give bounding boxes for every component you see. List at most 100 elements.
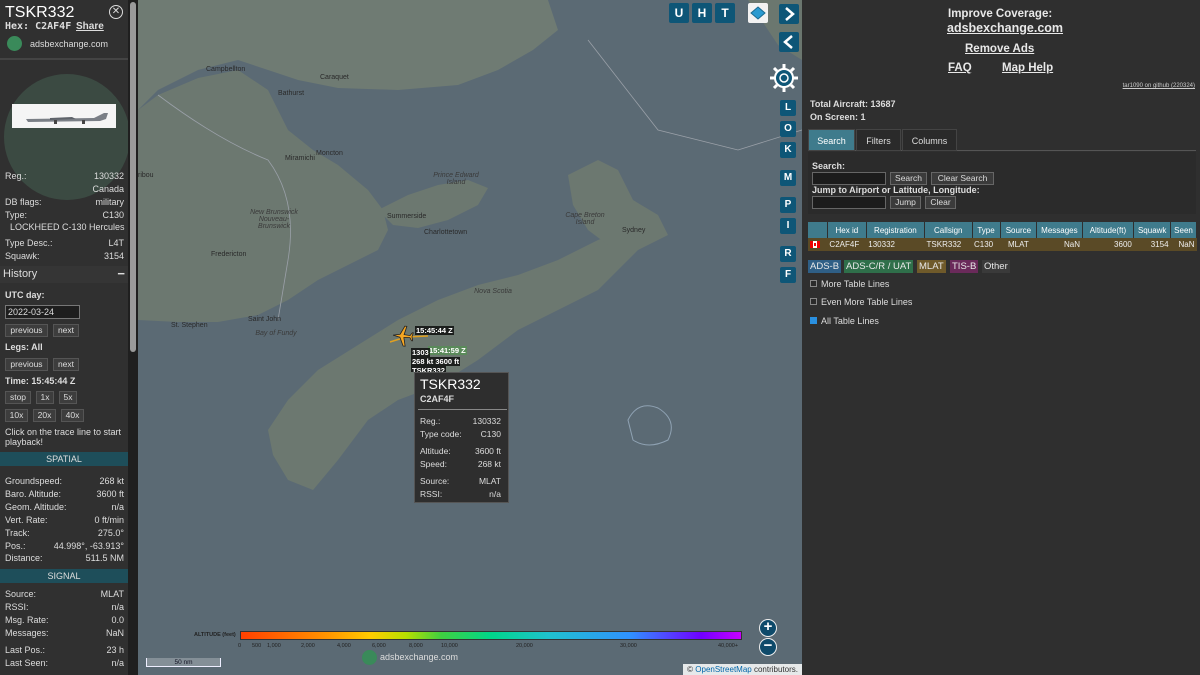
map-view[interactable]: Campbellton Bathurst Caraquet Miramichi … <box>138 0 802 675</box>
layers-icon[interactable] <box>748 3 768 23</box>
toggle-r-button[interactable]: R <box>780 246 796 262</box>
collapse-right-panel-icon[interactable] <box>779 4 799 24</box>
github-link[interactable]: tar1090 on github (220324) <box>1123 83 1195 89</box>
all-table-lines-checkbox[interactable] <box>810 317 817 324</box>
even-more-table-lines-label[interactable]: Even More Table Lines <box>821 297 912 307</box>
aircraft-popup[interactable]: TSKR332 C2AF4F Reg.: 130332 Type code: C… <box>414 372 509 503</box>
clear-button[interactable]: Clear <box>925 196 956 209</box>
divider <box>418 409 507 410</box>
faq-link[interactable]: FAQ <box>948 62 972 74</box>
toggle-u-button[interactable]: U <box>669 3 689 23</box>
toggle-k-button[interactable]: K <box>780 142 796 158</box>
popup-altitude-value: 3600 ft <box>475 446 501 456</box>
jump-button[interactable]: Jump <box>890 196 921 209</box>
aircraft-silhouette-icon <box>4 74 128 200</box>
altitude-cell: 3600 <box>1082 238 1134 251</box>
aircraft-marker-icon[interactable] <box>392 325 414 347</box>
map-help-link[interactable]: Map Help <box>1002 62 1053 74</box>
table-row[interactable]: C2AF4F 130332 TSKR332 C130 MLAT NaN 3600… <box>808 238 1197 251</box>
share-link[interactable]: Share <box>76 21 104 32</box>
time-label: Time: 15:45:44 Z <box>5 376 76 386</box>
more-table-lines-label[interactable]: More Table Lines <box>821 279 889 289</box>
toggle-h-button[interactable]: H <box>692 3 712 23</box>
adsbexchange-link[interactable]: adsbexchange.com <box>947 21 1063 35</box>
toggle-p-button[interactable]: P <box>780 197 796 213</box>
altitude-tick: 40,000+ <box>718 643 739 649</box>
aircraft-photo[interactable] <box>12 104 116 128</box>
column-header[interactable]: Type <box>972 222 1001 238</box>
stop-button[interactable]: stop <box>5 391 31 404</box>
column-header[interactable] <box>808 222 828 238</box>
source-filter-adsb[interactable]: ADS-B <box>808 260 842 273</box>
history-header[interactable]: History − <box>0 266 128 283</box>
column-header[interactable]: Squawk <box>1133 222 1172 238</box>
altitude-tick: 6,000 <box>372 643 386 649</box>
map-attribution: © OpenStreetMap contributors. <box>683 664 802 675</box>
type-cell: C130 <box>972 238 1001 251</box>
toggle-f-button[interactable]: F <box>780 267 796 283</box>
tab-search[interactable]: Search <box>808 129 855 151</box>
column-header[interactable]: Registration <box>866 222 926 238</box>
aircraft-info-sidebar: TSKR332 ✕ Hex: C2AF4F Share adsbexchange… <box>0 0 128 675</box>
tab-columns[interactable]: Columns <box>902 129 957 151</box>
even-more-table-lines-checkbox[interactable] <box>810 298 817 305</box>
source-filter-adsc-uat[interactable]: ADS-C/R / UAT <box>844 260 914 273</box>
speed-40x-button[interactable]: 40x <box>61 409 84 422</box>
signal-header: SIGNAL <box>0 569 128 583</box>
tab-filters[interactable]: Filters <box>856 129 901 151</box>
source-filter-other[interactable]: Other <box>982 260 1010 273</box>
sidebar-scrollbar[interactable] <box>128 0 138 675</box>
column-header[interactable]: Source <box>1000 222 1038 238</box>
column-header[interactable]: Callsign <box>924 222 973 238</box>
city-label: Sydney <box>622 227 646 234</box>
speed-1x-button[interactable]: 1x <box>36 391 54 404</box>
map-logo-text[interactable]: adsbexchange.com <box>380 652 458 662</box>
all-table-lines-label[interactable]: All Table Lines <box>821 316 879 326</box>
toggle-t-button[interactable]: T <box>715 3 735 23</box>
popup-hex: C2AF4F <box>420 394 455 404</box>
column-header[interactable]: Seen <box>1170 222 1197 238</box>
next-day-button[interactable]: next <box>53 324 79 337</box>
site-name[interactable]: adsbexchange.com <box>30 39 108 49</box>
adsbexchange-logo-icon[interactable] <box>7 36 22 51</box>
more-table-lines-checkbox[interactable] <box>810 280 817 287</box>
registration-cell: 130332 <box>866 238 925 251</box>
column-header[interactable]: Messages <box>1036 222 1083 238</box>
column-header[interactable]: Altitude(ft) <box>1082 222 1135 238</box>
previous-day-button[interactable]: previous <box>5 324 48 337</box>
search-input[interactable] <box>812 172 886 185</box>
jump-input[interactable] <box>812 196 886 209</box>
close-icon[interactable]: ✕ <box>109 5 123 19</box>
toggle-o-button[interactable]: O <box>780 121 796 137</box>
zoom-in-button[interactable]: + <box>759 619 777 637</box>
city-label: Caraquet <box>320 74 349 81</box>
toggle-l-button[interactable]: L <box>780 100 796 116</box>
expand-sidebar-icon[interactable] <box>779 32 799 52</box>
scrollbar-thumb[interactable] <box>130 2 136 352</box>
source-filter-mlat[interactable]: MLAT <box>917 260 946 273</box>
search-button[interactable]: Search <box>890 172 927 185</box>
openstreetmap-link[interactable]: OpenStreetMap <box>695 665 751 674</box>
clear-search-button[interactable]: Clear Search <box>931 172 994 185</box>
region-label: Prince Edward Island <box>433 172 479 186</box>
collapse-icon[interactable]: − <box>117 266 125 281</box>
date-input[interactable]: 2022-03-24 <box>5 305 80 319</box>
column-header[interactable]: Hex id <box>827 222 867 238</box>
previous-leg-button[interactable]: previous <box>5 358 48 371</box>
speed-20x-button[interactable]: 20x <box>33 409 56 422</box>
toggle-i-button[interactable]: I <box>780 218 796 234</box>
improve-coverage-label: Improve Coverage: <box>948 8 1053 20</box>
table-header-row: Hex id Registration Callsign Type Source… <box>808 222 1197 238</box>
remove-ads-link[interactable]: Remove Ads <box>965 43 1034 55</box>
next-leg-button[interactable]: next <box>53 358 79 371</box>
speed-10x-button[interactable]: 10x <box>5 409 28 422</box>
source-filter-tisb[interactable]: TIS-B <box>950 260 979 273</box>
city-label: ribou <box>138 172 154 179</box>
zoom-out-button[interactable]: − <box>759 638 777 656</box>
toggle-m-button[interactable]: M <box>780 170 796 186</box>
settings-gear-icon[interactable] <box>768 62 800 94</box>
altitude-tick: 0 <box>238 643 242 649</box>
adsbexchange-logo-icon[interactable] <box>362 650 377 665</box>
callsign-cell: TSKR332 <box>924 238 972 251</box>
speed-5x-button[interactable]: 5x <box>59 391 77 404</box>
